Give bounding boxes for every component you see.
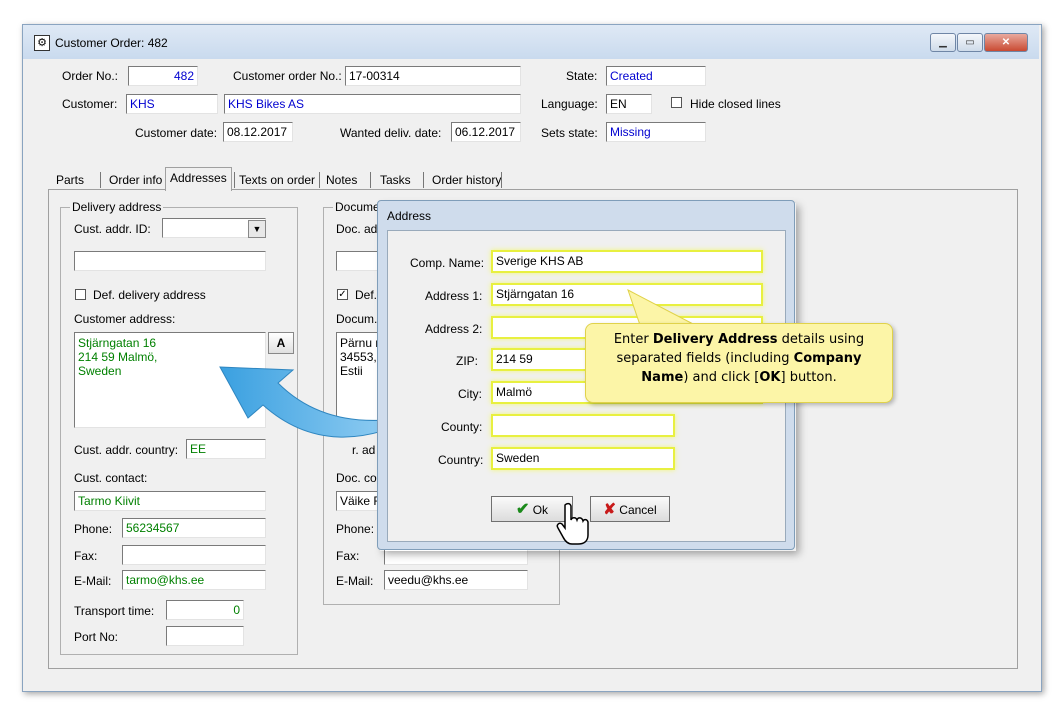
email-label: E-Mail: <box>74 574 112 588</box>
phone-label: Phone: <box>74 522 113 536</box>
comp-name-field[interactable]: Sverige KHS AB <box>491 250 763 273</box>
hide-closed-label: Hide closed lines <box>690 97 781 111</box>
def-delivery-label: Def. delivery address <box>93 288 206 302</box>
doc-fax-label: Fax: <box>336 549 360 563</box>
tab-separator <box>319 172 320 188</box>
tab-notes[interactable]: Notes <box>322 170 361 190</box>
doc-phone-label: Phone: <box>336 522 375 536</box>
hide-closed-checkbox[interactable] <box>671 97 682 108</box>
address-editor-button[interactable]: A <box>268 332 294 354</box>
sets-state-label: Sets state: <box>541 126 598 140</box>
port-no-label: Port No: <box>74 630 119 644</box>
customer-order-no-label: Customer order No.: <box>233 69 342 83</box>
state-field[interactable]: Created <box>606 66 706 86</box>
cust-addr-id-label: Cust. addr. ID: <box>74 222 151 236</box>
county-label: County: <box>441 420 483 434</box>
def-doc-checkbox[interactable]: ✓ <box>337 289 348 300</box>
maximize-button[interactable]: ▭ <box>957 33 983 52</box>
customer-order-no-field[interactable]: 17-00314 <box>345 66 521 86</box>
hand-cursor-icon <box>556 502 589 545</box>
title-bar[interactable] <box>23 25 1039 59</box>
cust-contact-field[interactable]: Tarmo Kiivit <box>74 491 266 511</box>
instruction-callout: Enter Delivery Address details using sep… <box>585 323 893 403</box>
cust-addr-name-field[interactable] <box>74 251 266 271</box>
doc-contact-label: Doc. co <box>336 471 377 485</box>
tab-tasks[interactable]: Tasks <box>376 170 415 190</box>
transport-time-field[interactable]: 0 <box>166 600 244 620</box>
ok-label: Ok <box>532 503 549 517</box>
address-line: Pärnu r <box>340 336 380 350</box>
app-icon: ⚙ <box>34 35 50 51</box>
customer-date-field[interactable]: 08.12.2017 <box>223 122 293 142</box>
tab-separator <box>370 172 371 188</box>
tab-parts[interactable]: Parts <box>52 170 88 190</box>
cust-addr-country-label: Cust. addr. country: <box>74 443 179 457</box>
delivery-address-legend: Delivery address <box>70 200 164 214</box>
window-title: Customer Order: 482 <box>55 36 168 50</box>
order-no-label: Order No.: <box>62 69 119 83</box>
wanted-date-label: Wanted deliv. date: <box>340 126 442 140</box>
county-field[interactable] <box>491 414 675 437</box>
transport-time-label: Transport time: <box>74 604 155 618</box>
doc-addr-id-label: Doc. ad <box>336 222 378 236</box>
address1-label: Address 1: <box>425 289 483 303</box>
x-icon: ✘ <box>603 501 616 518</box>
zip-label: ZIP: <box>456 354 479 368</box>
language-label: Language: <box>541 97 598 111</box>
cancel-button[interactable]: ✘ Cancel <box>590 496 670 522</box>
tab-order-history[interactable]: Order history <box>428 170 505 190</box>
address-line: Stjärngatan 16 <box>78 336 157 350</box>
callout-bold: Delivery Address <box>652 332 778 347</box>
sets-state-field[interactable]: Missing <box>606 122 706 142</box>
tab-separator <box>423 172 424 188</box>
doc-email-field[interactable]: veedu@khs.ee <box>384 570 528 590</box>
phone-field[interactable]: 56234567 <box>122 518 266 538</box>
comp-name-label: Comp. Name: <box>410 256 485 270</box>
customer-code-field[interactable]: KHS <box>126 94 218 114</box>
country-label: Country: <box>438 453 484 467</box>
port-no-field[interactable] <box>166 626 244 646</box>
dialog-title: Address <box>387 209 432 223</box>
country-field[interactable]: Sweden <box>491 447 675 470</box>
callout-text: ] button. <box>780 370 837 385</box>
callout-bold: OK <box>759 370 781 385</box>
fax-label: Fax: <box>74 549 98 563</box>
tab-addresses[interactable]: Addresses <box>165 167 232 191</box>
callout-text: ) and click [ <box>683 370 760 385</box>
doc-email-label: E-Mail: <box>336 574 374 588</box>
tab-order-info[interactable]: Order info <box>105 170 166 190</box>
cust-contact-label: Cust. contact: <box>74 471 148 485</box>
customer-date-label: Customer date: <box>135 126 218 140</box>
doc-address-label: Docum. <box>336 312 378 326</box>
callout-text: Enter <box>613 332 653 347</box>
fax-field[interactable] <box>122 545 266 565</box>
def-delivery-checkbox[interactable] <box>75 289 86 300</box>
chevron-down-icon[interactable]: ▼ <box>248 220 266 238</box>
email-field[interactable]: tarmo@khs.ee <box>122 570 266 590</box>
document-address-legend: Docume <box>333 200 382 214</box>
customer-label: Customer: <box>62 97 118 111</box>
wanted-date-field[interactable]: 06.12.2017 <box>451 122 521 142</box>
address2-label: Address 2: <box>425 322 483 336</box>
customer-address-label: Customer address: <box>74 312 176 326</box>
customer-name-field[interactable]: KHS Bikes AS <box>224 94 521 114</box>
cancel-label: Cancel <box>619 503 657 517</box>
state-label: State: <box>566 69 598 83</box>
checkmark-icon: ✔ <box>515 501 530 518</box>
tab-separator <box>100 172 101 188</box>
tab-separator <box>501 172 502 188</box>
city-label: City: <box>458 387 482 401</box>
language-field[interactable]: EN <box>606 94 652 114</box>
tab-texts-on-order[interactable]: Texts on order <box>235 170 319 190</box>
minimize-button[interactable]: ▁ <box>930 33 956 52</box>
close-button[interactable]: ✕ <box>984 33 1028 52</box>
def-doc-label: Def. <box>355 288 378 302</box>
order-no-field[interactable]: 482 <box>128 66 198 86</box>
